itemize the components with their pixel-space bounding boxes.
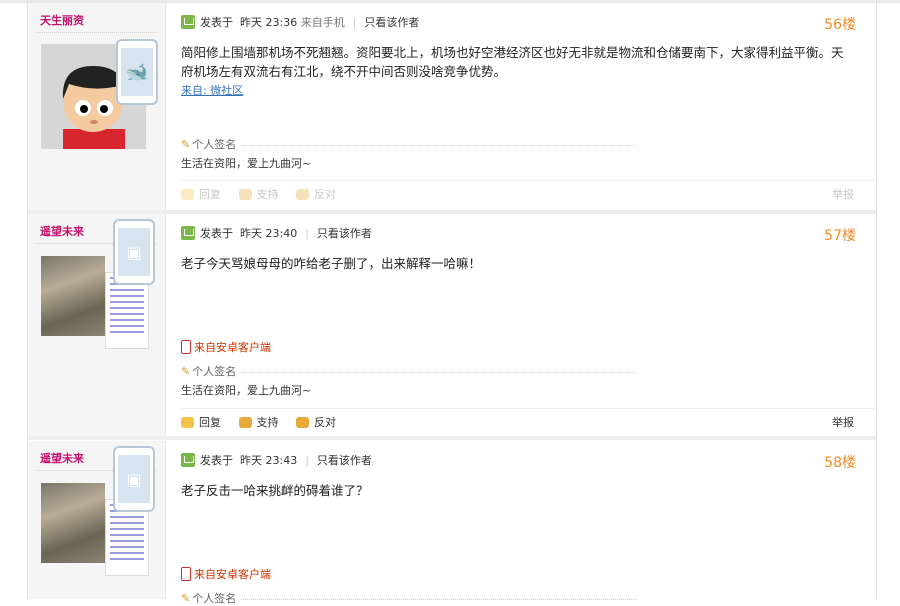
post-main: 发表于 昨天 23:40 | 只看该作者 57楼 老子今天骂娘母母的咋给老子删了，出… (181, 214, 876, 436)
phone-icon (181, 340, 191, 354)
source-device: 来自手机 (300, 16, 345, 29)
post-main: 发表于 昨天 23:36 来自手机 | 只看该作者 56楼 简阳修上围墙那机场不死翘… (181, 3, 876, 210)
post-main: 发表于 昨天 23:43 | 只看该作者 58楼 老子反击一哈来挑衅的碍着谁了？ 来… (181, 441, 876, 605)
username[interactable]: 遥望未来 (40, 450, 84, 466)
android-icon: ▣ (126, 242, 142, 262)
post-meta: 发表于 昨天 23:36 来自手机 | 只看该作者 (181, 15, 419, 31)
thumbs-up-icon (238, 189, 252, 200)
post-time: 昨天 23:43 (240, 454, 298, 467)
post-text: 简阳修上围墙那机场不死翘翘。资阳要北上，机场也好空港经济区也好无非就是物流和仓储… (181, 45, 844, 79)
android-badge: ▣ (113, 446, 155, 512)
floor-number[interactable]: 56楼 (824, 14, 856, 34)
android-icon: ▣ (126, 469, 142, 489)
post-divider (28, 436, 876, 440)
support-button[interactable]: 支持 (238, 181, 279, 209)
user-panel: 遥望未来 ▣ (28, 441, 166, 599)
whale-icon: 🐋 (125, 61, 149, 83)
signature-header: ✎ 个人签名 (181, 590, 651, 606)
mobile-badge: 🐋 (116, 39, 158, 105)
report-button[interactable]: 举报 (832, 181, 854, 209)
signature-text: 生活在资阳，爱上九曲河~ (181, 384, 312, 397)
floor-number[interactable]: 58楼 (824, 452, 856, 472)
reply-icon (181, 417, 194, 428)
post-icon (181, 453, 195, 467)
floor-number[interactable]: 57楼 (824, 225, 856, 245)
meta-prefix: 发表于 (200, 227, 233, 240)
reply-button[interactable]: 回复 (181, 409, 221, 437)
signature-label: 个人签名 (192, 138, 237, 151)
signature-header: ✎ 个人签名 (181, 136, 651, 152)
meta-prefix: 发表于 (200, 454, 233, 467)
report-button[interactable]: 举报 (832, 409, 854, 437)
signature-label: 个人签名 (192, 365, 237, 378)
meta-prefix: 发表于 (200, 16, 233, 29)
thumbs-down-icon (296, 417, 309, 428)
post-meta: 发表于 昨天 23:43 | 只看该作者 (181, 453, 372, 469)
post-58: 遥望未来 ▣ 发表于 昨天 23:43 | 只看该作者 58楼 老子反击一哈来挑衅的… (28, 441, 876, 605)
only-author-link[interactable]: 只看该作者 (317, 227, 372, 240)
post-content: 老子反击一哈来挑衅的碍着谁了？ (181, 481, 853, 500)
post-meta: 发表于 昨天 23:40 | 只看该作者 (181, 226, 372, 242)
avatar[interactable] (41, 256, 105, 336)
post-content: 老子今天骂娘母母的咋给老子删了，出来解释一哈嘛！ (181, 254, 853, 273)
post-icon (181, 15, 195, 29)
phone-icon (181, 567, 191, 581)
post-time: 昨天 23:36 (240, 16, 298, 29)
post-56: 天生丽资 🐋 发表于 昨天 23:36 来自手机 | 只看该作者 56楼 简阳修… (28, 3, 876, 210)
oppose-button[interactable]: 反对 (296, 181, 336, 209)
support-button[interactable]: 支持 (238, 409, 279, 437)
divider (36, 32, 157, 33)
post-content: 简阳修上围墙那机场不死翘翘。资阳要北上，机场也好空港经济区也好无非就是物流和仓储… (181, 43, 853, 100)
thread-container: 天生丽资 🐋 发表于 昨天 23:36 来自手机 | 只看该作者 56楼 简阳修… (27, 0, 877, 605)
post-actions: 回复 支持 反对 举报 (181, 408, 876, 437)
post-text: 老子反击一哈来挑衅的碍着谁了？ (181, 483, 369, 498)
signature-header: ✎ 个人签名 (181, 363, 651, 379)
reply-icon (181, 189, 194, 200)
user-panel: 遥望未来 ▣ (28, 214, 166, 436)
username[interactable]: 遥望未来 (40, 223, 84, 239)
oppose-button[interactable]: 反对 (296, 409, 336, 437)
pencil-icon: ✎ (181, 365, 191, 378)
avatar[interactable] (41, 483, 105, 563)
client-source[interactable]: 来自安卓客户端 (181, 566, 271, 582)
post-actions: 回复 支持 反对 举报 (181, 180, 876, 209)
reply-button[interactable]: 回复 (181, 181, 221, 209)
only-author-link[interactable]: 只看该作者 (317, 454, 372, 467)
post-text: 老子今天骂娘母母的咋给老子删了，出来解释一哈嘛！ (181, 256, 482, 271)
from-link[interactable]: 来自: 微社区 (181, 81, 853, 100)
client-source[interactable]: 来自安卓客户端 (181, 339, 271, 355)
user-panel: 天生丽资 🐋 (28, 3, 166, 210)
signature-text: 生活在资阳，爱上九曲河~ (181, 157, 312, 170)
only-author-link[interactable]: 只看该作者 (364, 16, 419, 29)
username[interactable]: 天生丽资 (40, 12, 84, 28)
pencil-icon: ✎ (181, 138, 191, 151)
post-57: 遥望未来 ▣ 发表于 昨天 23:40 | 只看该作者 57楼 老子今天骂娘母母的咋… (28, 214, 876, 436)
thumbs-up-icon (238, 417, 252, 428)
post-icon (181, 226, 195, 240)
thumbs-down-icon (296, 189, 309, 200)
android-badge: ▣ (113, 219, 155, 285)
post-time: 昨天 23:40 (240, 227, 298, 240)
